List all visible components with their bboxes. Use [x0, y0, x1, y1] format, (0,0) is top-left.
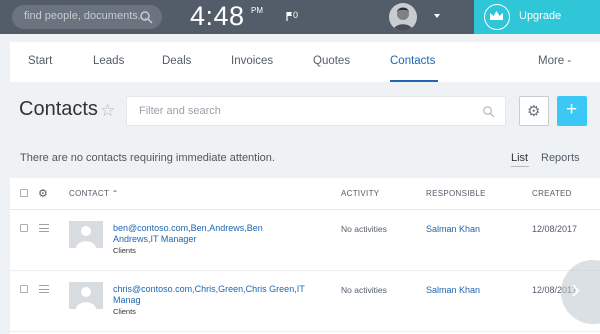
tab-invoices[interactable]: Invoices [231, 55, 273, 67]
tab-contacts[interactable]: Contacts [390, 55, 435, 67]
clock-time: 4:48 [190, 1, 245, 31]
upgrade-label: Upgrade [519, 10, 562, 22]
column-header-responsible[interactable]: RESPONSIBLE [426, 189, 486, 198]
responsible-link[interactable]: Salman Khan [426, 224, 480, 234]
contact-photo [69, 221, 103, 248]
contact-type: Clients [113, 307, 136, 316]
select-all-checkbox[interactable] [20, 189, 28, 197]
tab-more[interactable]: More - [538, 55, 571, 67]
plus-icon: + [566, 99, 578, 120]
global-search-placeholder: find people, documents... [24, 10, 147, 22]
filter-search-input[interactable]: Filter and search [126, 96, 506, 126]
settings-button[interactable]: ⚙ [519, 96, 549, 126]
clock-ampm: PM [251, 6, 263, 15]
column-header-contact-label: CONTACT [69, 189, 110, 198]
add-contact-button[interactable]: + [557, 96, 587, 126]
notification-count: 0 [293, 10, 299, 20]
attention-notice: There are no contacts requiring immediat… [20, 152, 275, 164]
row-checkbox[interactable] [20, 224, 28, 232]
responsible-link[interactable]: Salman Khan [426, 285, 480, 295]
row-menu-icon[interactable] [39, 224, 49, 232]
table-row[interactable]: ben@contoso.com,Ben,Andrews,Ben Andrews,… [10, 211, 600, 271]
main-nav: Start Leads Deals Invoices Quotes Contac… [10, 42, 600, 82]
contact-name-link[interactable]: ben@contoso.com,Ben,Andrews,Ben Andrews,… [113, 223, 308, 245]
user-placeholder-icon [76, 287, 96, 309]
activity-status: No activities [341, 285, 387, 295]
user-menu-chevron-down-icon[interactable] [434, 14, 440, 18]
table-row[interactable]: chris@contoso.com,Chris,Green,Chris Gree… [10, 272, 600, 332]
chevron-right-icon: › [571, 273, 581, 304]
user-photo-icon [393, 7, 413, 31]
column-header-activity[interactable]: ACTIVITY [341, 189, 379, 198]
tab-deals[interactable]: Deals [162, 55, 191, 67]
tab-quotes[interactable]: Quotes [313, 55, 350, 67]
search-icon[interactable] [482, 105, 495, 118]
tab-leads[interactable]: Leads [93, 55, 124, 67]
top-bar: find people, documents... 4:48 PM 0 Upgr… [0, 0, 600, 34]
column-header-created[interactable]: CREATED [532, 189, 572, 198]
global-search[interactable]: find people, documents... [12, 5, 162, 29]
user-placeholder-icon [76, 226, 96, 248]
contact-photo [69, 282, 103, 309]
filter-placeholder: Filter and search [139, 105, 221, 117]
contacts-table: ⚙ CONTACT ⌃ ACTIVITY RESPONSIBLE CREATED… [10, 178, 600, 334]
sort-chevron-up-icon: ⌃ [111, 189, 119, 198]
active-tab-indicator [390, 80, 438, 82]
page-title: Contacts [19, 98, 98, 120]
crown-icon [484, 4, 510, 30]
user-avatar[interactable] [389, 3, 417, 31]
contact-name-link[interactable]: chris@contoso.com,Chris,Green,Chris Gree… [113, 284, 308, 306]
gear-icon[interactable]: ⚙ [38, 187, 48, 200]
gear-icon: ⚙ [527, 103, 541, 120]
column-header-contact[interactable]: CONTACT ⌃ [69, 189, 119, 198]
tab-start[interactable]: Start [28, 55, 52, 67]
star-icon[interactable]: ☆ [100, 101, 115, 121]
row-checkbox[interactable] [20, 285, 28, 293]
search-icon[interactable] [139, 10, 153, 24]
row-menu-icon[interactable] [39, 285, 49, 293]
contact-type: Clients [113, 246, 136, 255]
created-date: 12/08/2017 [532, 224, 578, 234]
view-list-tab[interactable]: List [511, 152, 528, 164]
activity-status: No activities [341, 224, 387, 234]
table-header: ⚙ CONTACT ⌃ ACTIVITY RESPONSIBLE CREATED [10, 178, 600, 210]
view-list-underline [511, 166, 529, 167]
upgrade-button[interactable]: Upgrade [474, 0, 600, 34]
view-reports-tab[interactable]: Reports [541, 152, 580, 164]
